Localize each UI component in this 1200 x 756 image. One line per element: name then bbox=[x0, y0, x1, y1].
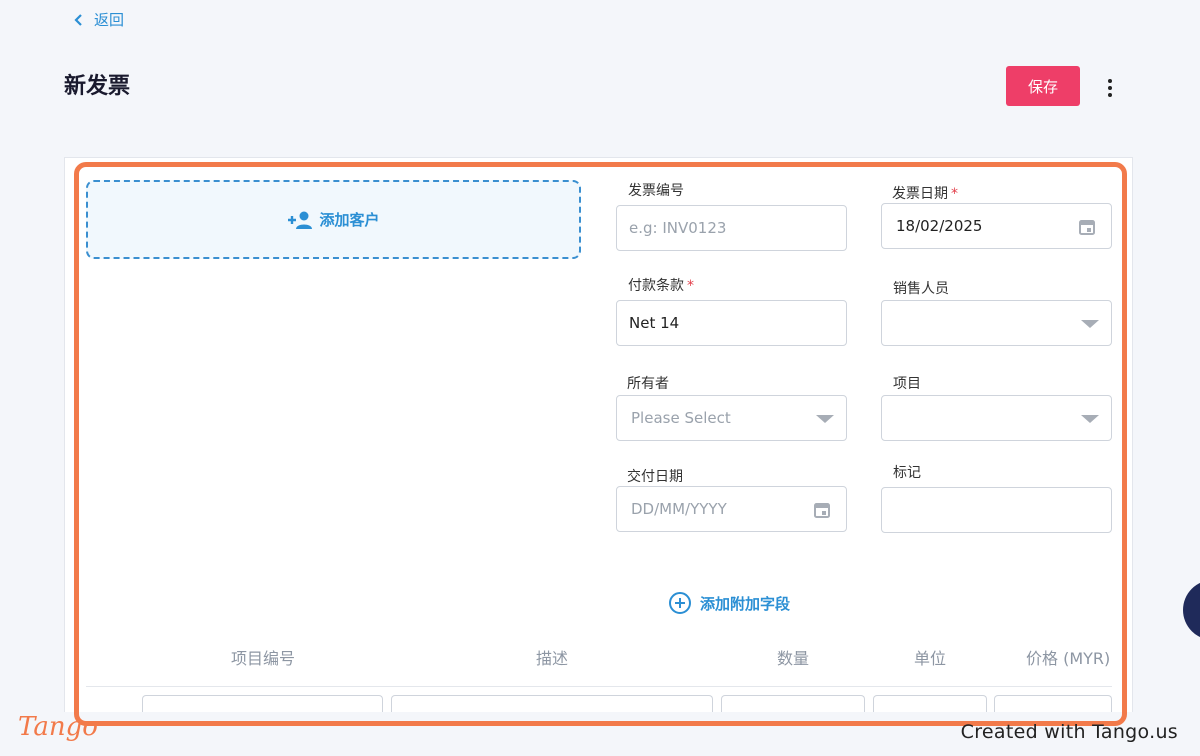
salesperson-select[interactable] bbox=[881, 300, 1112, 346]
tags-input[interactable] bbox=[881, 487, 1112, 533]
back-label: 返回 bbox=[94, 11, 125, 29]
invoice-number-input[interactable]: e.g: INV0123 bbox=[616, 205, 847, 251]
column-header-unit: 单位 bbox=[914, 649, 947, 668]
owner-label: 所有者 bbox=[627, 376, 669, 392]
tags-label: 标记 bbox=[893, 465, 921, 481]
more-options-icon[interactable] bbox=[1100, 76, 1120, 100]
chevron-left-icon bbox=[74, 13, 82, 26]
tango-credit: Created with Tango.us bbox=[960, 721, 1178, 743]
add-customer-label: 添加客户 bbox=[319, 211, 380, 229]
payment-terms-label: 付款条款 * bbox=[628, 278, 694, 294]
tango-logo: Tango bbox=[18, 712, 98, 742]
page-title: 新发票 bbox=[64, 74, 131, 99]
add-extra-field-label: 添加附加字段 bbox=[700, 594, 791, 613]
invoice-number-label: 发票编号 bbox=[628, 183, 684, 199]
column-header-description: 描述 bbox=[536, 649, 569, 668]
calendar-icon[interactable] bbox=[1079, 218, 1095, 235]
project-select[interactable] bbox=[881, 395, 1112, 441]
back-link[interactable]: 返回 bbox=[72, 9, 124, 30]
plus-circle-icon bbox=[669, 592, 691, 614]
add-person-icon bbox=[288, 211, 313, 229]
column-header-quantity: 数量 bbox=[777, 649, 810, 668]
column-header-price: 价格 (MYR) bbox=[1026, 649, 1111, 668]
salesperson-label: 销售人员 bbox=[893, 281, 949, 297]
add-extra-field-button[interactable]: 添加附加字段 bbox=[668, 591, 790, 615]
project-label: 项目 bbox=[893, 376, 921, 392]
add-customer-button[interactable]: 添加客户 bbox=[86, 180, 581, 259]
invoice-date-input[interactable]: 18/02/2025 bbox=[881, 203, 1112, 249]
delivery-date-input[interactable]: DD/MM/YYYY bbox=[616, 486, 847, 532]
table-header-divider bbox=[86, 686, 1112, 687]
calendar-icon[interactable] bbox=[814, 501, 830, 518]
owner-select[interactable]: Please Select bbox=[616, 395, 847, 441]
column-header-item-code: 项目编号 bbox=[231, 649, 296, 668]
invoice-date-label: 发票日期 * bbox=[892, 186, 958, 202]
payment-terms-input[interactable]: Net 14 bbox=[616, 300, 847, 346]
chevron-down-icon bbox=[1081, 320, 1099, 328]
save-button[interactable]: 保存 bbox=[1006, 66, 1080, 106]
chevron-down-icon bbox=[816, 415, 834, 423]
chat-bubble-button[interactable] bbox=[1183, 580, 1200, 640]
delivery-date-label: 交付日期 bbox=[627, 469, 683, 485]
chevron-down-icon bbox=[1081, 415, 1099, 423]
